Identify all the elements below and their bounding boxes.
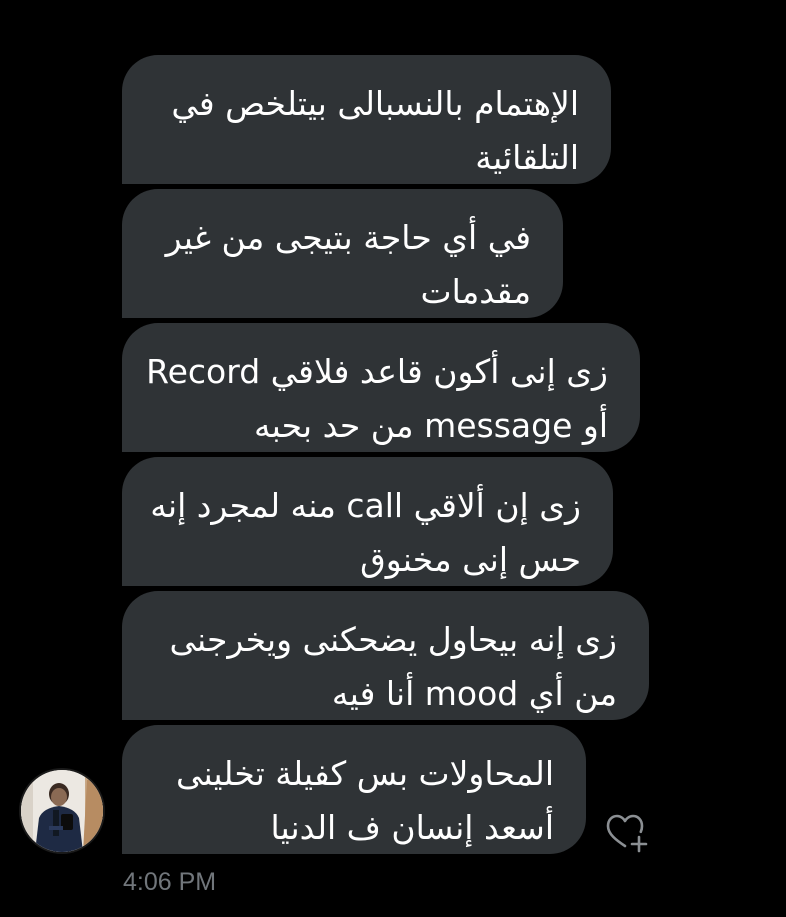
message-line: المحاولات بس كفيلة تخلينى: [175, 754, 554, 793]
message-line: زى إن ألاقي call منه لمجرد إنه: [150, 486, 581, 525]
message-line: حس إنى مخنوق: [360, 540, 581, 579]
message-bubble[interactable]: زى إن ألاقي call منه لمجرد إنه حس إنى مخ…: [122, 457, 613, 586]
add-reaction-button[interactable]: [604, 810, 650, 856]
user-avatar-icon: [21, 770, 103, 852]
message-bubble[interactable]: زى إنه بيحاول يضحكنى ويخرجنى من أي mood …: [122, 591, 649, 720]
message-line: زى إنى أكون قاعد فلاقي Record: [146, 352, 608, 391]
message-bubble[interactable]: المحاولات بس كفيلة تخلينى أسعد إنسان ف ا…: [122, 725, 586, 854]
message-bubble[interactable]: في أي حاجة بتيجى من غير مقدمات: [122, 189, 563, 318]
message-line: زى إنه بيحاول يضحكنى ويخرجنى: [169, 620, 617, 659]
dm-thread: الإهتمام بالنسبالى بيتلخص في التلقائية ف…: [0, 0, 786, 917]
message-line: من أي mood أنا فيه: [331, 674, 617, 713]
sender-avatar[interactable]: [19, 768, 105, 854]
message-line: في أي حاجة بتيجى من غير: [165, 218, 531, 257]
message-line: التلقائية: [475, 138, 579, 177]
message-line: الإهتمام بالنسبالى بيتلخص في: [171, 84, 579, 123]
message-line: أو message من حد بحبه: [253, 406, 608, 445]
heart-plus-icon: [606, 814, 648, 853]
message-timestamp: 4:06 PM: [123, 868, 217, 896]
message-bubble[interactable]: الإهتمام بالنسبالى بيتلخص في التلقائية: [122, 55, 611, 184]
message-line: أسعد إنسان ف الدنيا: [270, 808, 554, 847]
message-bubble[interactable]: زى إنى أكون قاعد فلاقي Record أو message…: [122, 323, 640, 452]
message-line: مقدمات: [420, 272, 532, 311]
